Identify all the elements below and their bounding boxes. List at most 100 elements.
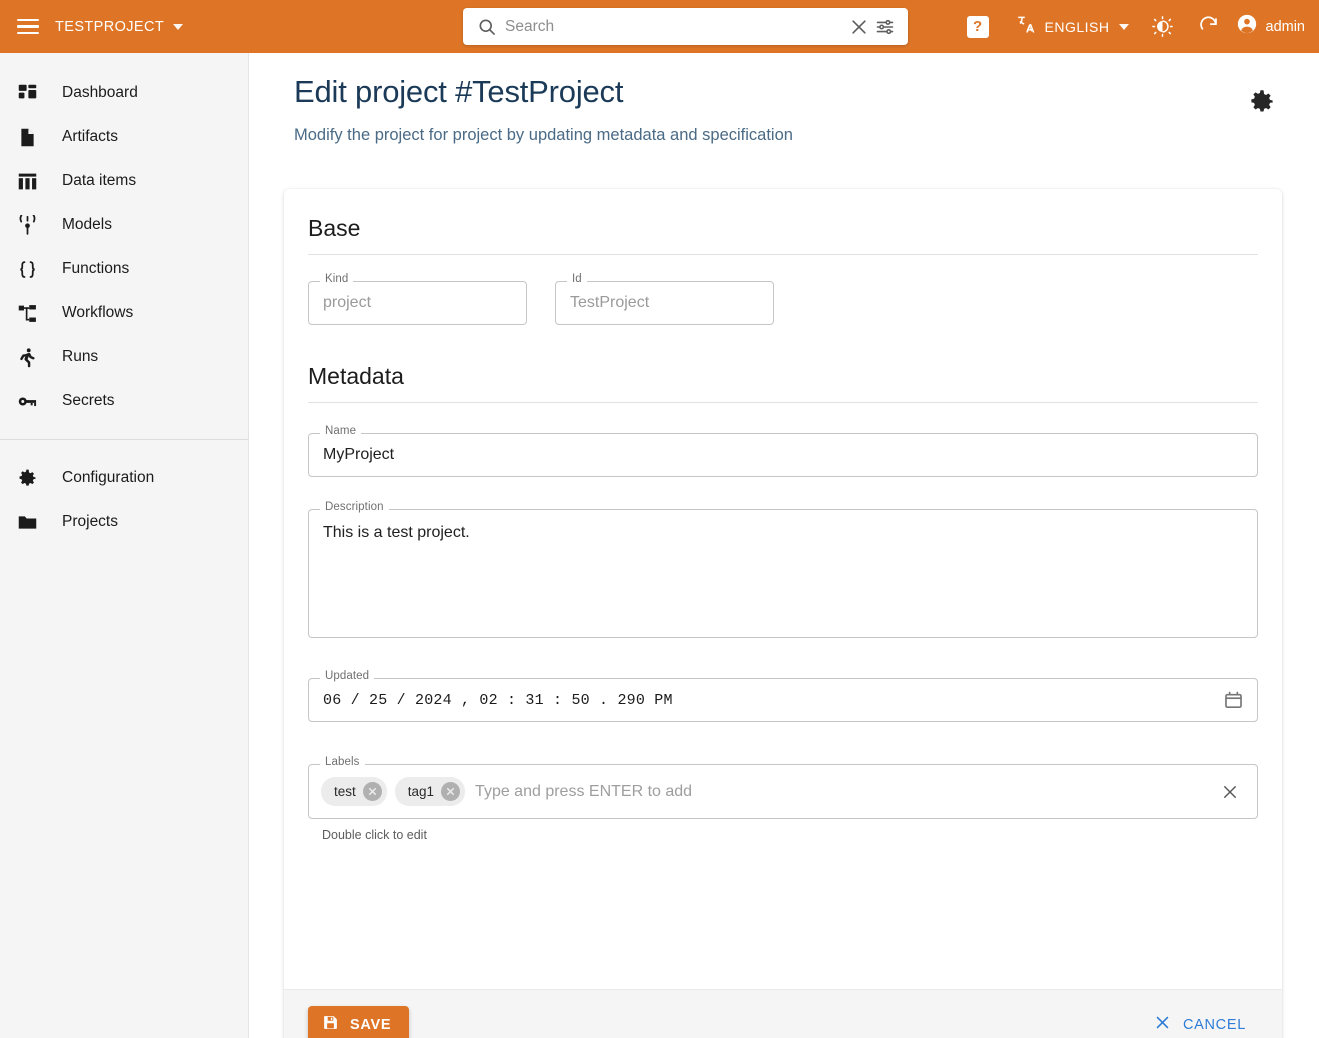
table-columns-icon — [14, 168, 40, 194]
search-input[interactable] — [497, 17, 849, 36]
page-subtitle: Modify the project for project by updati… — [294, 125, 793, 144]
project-selector-label: TESTPROJECT — [55, 18, 165, 35]
calendar-icon[interactable] — [1223, 690, 1257, 711]
id-fieldset[interactable]: Id TestProject — [555, 273, 774, 325]
sidebar-item-label: Configuration — [62, 469, 155, 486]
label-chip[interactable]: test — [321, 777, 387, 806]
refresh-icon[interactable] — [1198, 15, 1220, 38]
language-selector[interactable]: A ENGLISH — [1015, 13, 1129, 40]
sidebar-item-functions[interactable]: Functions — [0, 247, 248, 291]
sidebar: Dashboard Artifacts Data items Models Fu… — [0, 53, 249, 1038]
cancel-button[interactable]: CANCEL — [1142, 1006, 1258, 1038]
description-textarea[interactable]: This is a test project. — [309, 510, 1257, 637]
sidebar-item-label: Functions — [62, 260, 130, 277]
labels-field: Labels test tag1 Type and press ENTER to… — [308, 756, 1258, 842]
name-input[interactable]: MyProject — [309, 434, 1257, 476]
cancel-icon[interactable] — [362, 782, 382, 801]
sidebar-item-dashboard[interactable]: Dashboard — [0, 71, 248, 115]
labels-helper-text: Double click to edit — [322, 828, 427, 842]
name-fieldset[interactable]: Name MyProject — [308, 425, 1258, 477]
kind-fieldset[interactable]: Kind project — [308, 273, 527, 325]
workflow-icon — [14, 300, 40, 326]
top-app-bar: TESTPROJECT ? — [0, 0, 1319, 53]
sidebar-item-label: Secrets — [62, 392, 115, 409]
edit-project-card: Base Kind project Id TestProject Metadat… — [284, 189, 1282, 1038]
sidebar-item-data-items[interactable]: Data items — [0, 159, 248, 203]
kind-value: project — [323, 294, 372, 311]
page-settings-button[interactable] — [1248, 88, 1276, 121]
folder-icon — [14, 509, 40, 535]
description-label: Description — [320, 501, 389, 514]
updated-label: Updated — [320, 670, 375, 683]
sidebar-item-label: Data items — [62, 172, 137, 189]
topbar-tools: ? A ENGLISH admin — [966, 0, 1306, 53]
braces-icon — [14, 256, 40, 282]
help-button[interactable]: ? — [966, 15, 989, 38]
search-icon — [477, 17, 497, 37]
file-icon — [14, 124, 40, 150]
label-chip-text: tag1 — [407, 784, 435, 799]
kind-label: Kind — [320, 273, 354, 286]
label-chip-text: test — [334, 784, 356, 799]
gear-icon — [14, 465, 40, 491]
page-header: Edit project #TestProject Modify the pro… — [249, 53, 1319, 145]
sidebar-item-label: Models — [62, 216, 112, 233]
chevron-down-icon — [173, 23, 184, 30]
sidebar-item-models[interactable]: Models — [0, 203, 248, 247]
id-value: TestProject — [570, 294, 650, 311]
label-chip[interactable]: tag1 — [394, 777, 466, 806]
updated-datetime-input[interactable]: 06 / 25 / 2024 , 02 : 31 : 50 . 290 PM — [309, 679, 1223, 721]
model-icon — [14, 212, 40, 238]
sidebar-item-label: Workflows — [62, 304, 134, 321]
sidebar-item-secrets[interactable]: Secrets — [0, 379, 248, 423]
sidebar-item-runs[interactable]: Runs — [0, 335, 248, 379]
save-icon — [322, 1014, 339, 1035]
cancel-button-label: CANCEL — [1182, 1016, 1246, 1033]
close-icon[interactable] — [849, 17, 869, 37]
project-selector[interactable]: TESTPROJECT — [55, 18, 184, 35]
dark-mode-icon[interactable] — [1151, 15, 1174, 38]
labels-fieldset[interactable]: Labels test tag1 — [308, 756, 1258, 819]
sidebar-item-label: Dashboard — [62, 84, 138, 101]
sidebar-item-artifacts[interactable]: Artifacts — [0, 115, 248, 159]
sidebar-item-projects[interactable]: Projects — [0, 500, 248, 544]
language-label: ENGLISH — [1044, 18, 1110, 35]
kind-field: Kind project — [308, 273, 527, 325]
section-title-metadata: Metadata — [308, 363, 404, 389]
sidebar-item-label: Projects — [62, 513, 118, 530]
dashboard-icon — [14, 80, 40, 106]
labels-label: Labels — [320, 756, 365, 769]
save-button-label: SAVE — [350, 1016, 392, 1033]
section-divider — [308, 402, 1258, 403]
cancel-icon[interactable] — [441, 782, 461, 801]
description-field: Description This is a test project. — [308, 501, 1258, 638]
updated-fieldset[interactable]: Updated 06 / 25 / 2024 , 02 : 31 : 50 . … — [308, 670, 1258, 722]
search-bar[interactable] — [463, 8, 908, 45]
close-icon — [1154, 1014, 1171, 1035]
form-actions-bar: SAVE CANCEL — [284, 989, 1282, 1038]
main-content: Edit project #TestProject Modify the pro… — [249, 53, 1319, 1038]
section-title-base: Base — [308, 215, 361, 241]
sidebar-item-label: Runs — [62, 348, 99, 365]
form-body: Base Kind project Id TestProject Metadat… — [284, 189, 1282, 842]
user-label: admin — [1265, 18, 1306, 35]
hamburger-menu-icon[interactable] — [17, 18, 39, 35]
run-icon — [14, 344, 40, 370]
close-icon[interactable] — [1211, 783, 1249, 801]
name-field: Name MyProject — [308, 425, 1258, 477]
tune-filter-icon[interactable] — [875, 17, 895, 37]
name-label: Name — [320, 425, 362, 438]
labels-input[interactable] — [473, 776, 1211, 807]
section-divider — [308, 254, 1258, 255]
description-fieldset[interactable]: Description This is a test project. — [308, 501, 1258, 638]
translate-icon: A — [1015, 13, 1037, 40]
page-title: Edit project #TestProject — [294, 74, 624, 109]
id-label: Id — [567, 273, 587, 286]
sidebar-item-configuration[interactable]: Configuration — [0, 456, 248, 500]
user-menu[interactable]: admin — [1236, 13, 1306, 40]
id-field: Id TestProject — [555, 273, 774, 325]
save-button[interactable]: SAVE — [308, 1005, 410, 1038]
key-icon — [14, 388, 40, 414]
sidebar-item-workflows[interactable]: Workflows — [0, 291, 248, 335]
chevron-down-icon — [1118, 23, 1129, 30]
